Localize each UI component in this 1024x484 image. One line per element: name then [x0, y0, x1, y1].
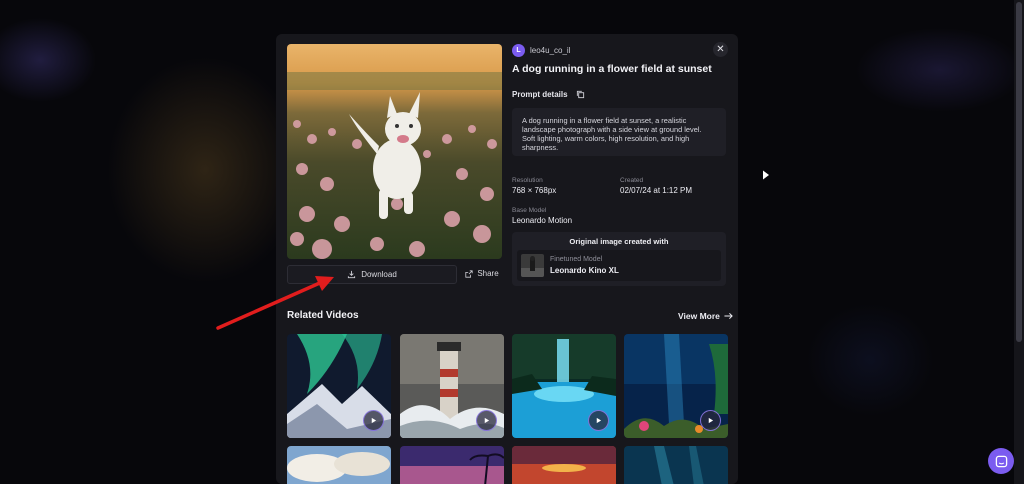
download-icon	[348, 270, 356, 279]
video-thumb-aurora-mountains[interactable]	[287, 334, 391, 438]
model-name: Leonardo Kino XL	[550, 266, 619, 275]
video-thumb-clouds-sky[interactable]	[287, 446, 391, 484]
username[interactable]: leo4u_co_il	[530, 46, 570, 55]
video-thumb-underwater-rays[interactable]	[624, 446, 728, 484]
play-icon	[596, 417, 602, 424]
model-thumbnail	[521, 254, 544, 277]
scrollbar-thumb[interactable]	[1016, 2, 1022, 342]
avatar[interactable]: L	[512, 44, 525, 57]
play-icon	[484, 417, 490, 424]
base-model-value: Leonardo Motion	[512, 216, 573, 225]
view-more-link[interactable]: View More	[678, 311, 733, 321]
prompt-details-header: Prompt details	[512, 90, 585, 99]
video-thumb-ocean-sunset[interactable]	[512, 446, 616, 484]
prompt-text: A dog running in a flower field at sunse…	[512, 108, 726, 156]
prompt-details-label: Prompt details	[512, 90, 568, 99]
related-videos-title: Related Videos	[287, 310, 359, 321]
play-button[interactable]	[700, 410, 721, 431]
play-icon	[708, 417, 714, 424]
play-button[interactable]	[476, 410, 497, 431]
play-button[interactable]	[363, 410, 384, 431]
base-model-label: Base Model	[512, 207, 547, 214]
arrow-right-icon	[724, 312, 733, 320]
video-thumb-blue-waterfall-pool[interactable]	[512, 334, 616, 438]
image-title: A dog running in a flower field at sunse…	[512, 63, 712, 75]
image-detail-modal: Download Share L leo4u_co_il ✕ A dog run…	[276, 34, 738, 484]
resolution-label: Resolution	[512, 177, 543, 184]
created-value: 02/07/24 at 1:12 PM	[620, 186, 693, 195]
download-button[interactable]: Download	[287, 265, 457, 284]
share-label: Share	[477, 269, 499, 278]
play-button[interactable]	[588, 410, 609, 431]
original-image-title: Original image created with	[569, 237, 669, 246]
download-label: Download	[361, 270, 397, 279]
video-thumb-palm-sunset[interactable]	[400, 446, 504, 484]
copy-icon[interactable]	[576, 90, 585, 99]
play-icon	[371, 417, 377, 424]
resolution-value: 768 × 768px	[512, 186, 557, 195]
video-thumb-underwater-reef[interactable]	[624, 334, 728, 438]
support-chat-button[interactable]	[988, 448, 1014, 474]
view-more-label: View More	[678, 311, 720, 321]
model-type: Finetuned Model	[550, 256, 603, 263]
share-icon	[465, 269, 473, 278]
share-button[interactable]: Share	[462, 265, 502, 282]
generated-image-preview[interactable]	[287, 44, 502, 259]
creator-info: L leo4u_co_il	[512, 44, 570, 57]
chevron-right-icon	[763, 170, 769, 180]
close-button[interactable]: ✕	[713, 42, 728, 57]
page-scrollbar[interactable]	[1014, 0, 1024, 484]
close-icon: ✕	[716, 44, 725, 55]
original-image-info: Original image created with Finetuned Mo…	[512, 232, 726, 286]
finetuned-model-card[interactable]: Finetuned Model Leonardo Kino XL	[517, 250, 721, 281]
video-thumb-lighthouse-waves[interactable]	[400, 334, 504, 438]
created-label: Created	[620, 177, 644, 184]
chat-icon	[995, 455, 1007, 467]
next-image-button[interactable]	[760, 168, 772, 186]
